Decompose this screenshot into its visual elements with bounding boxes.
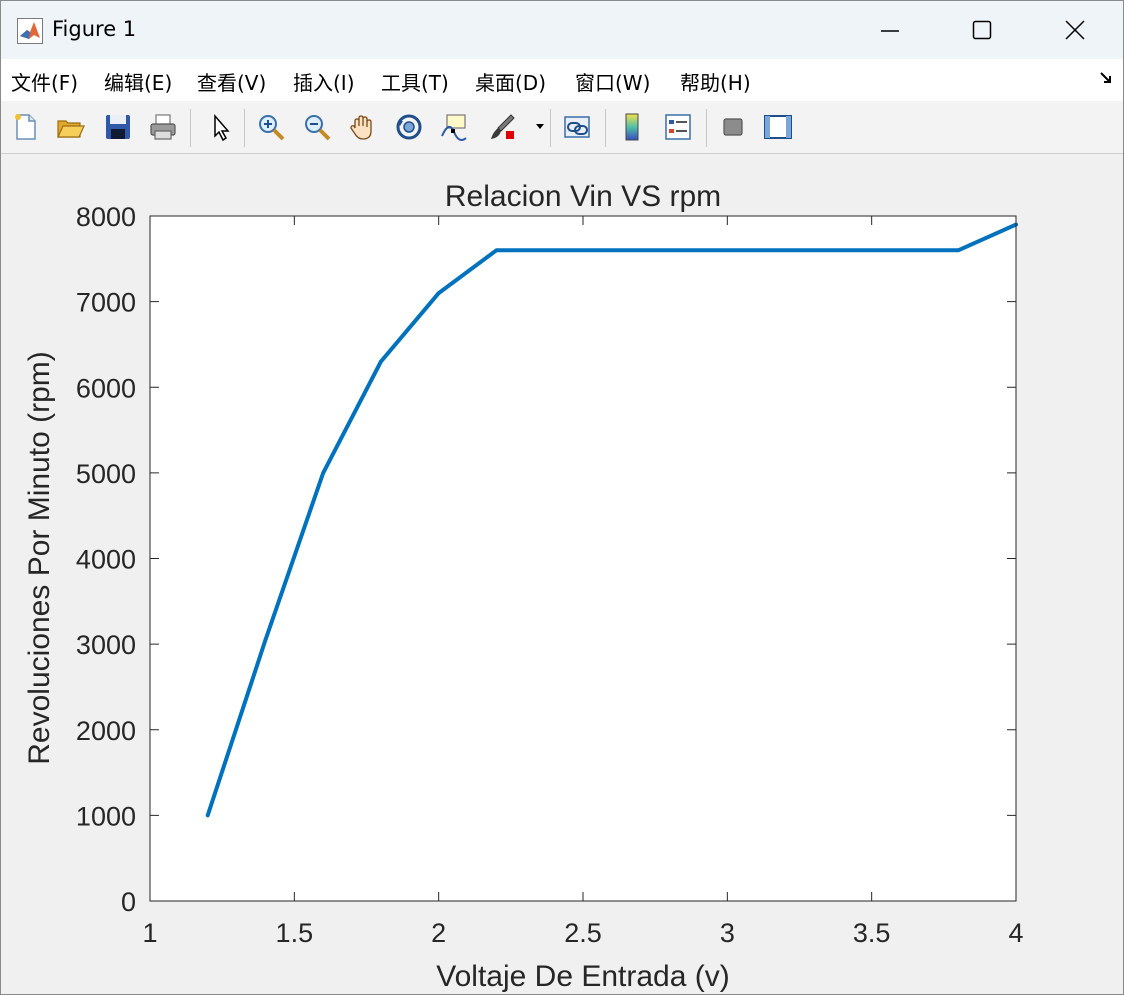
legend-button[interactable] <box>661 110 695 144</box>
brush-icon <box>491 114 515 139</box>
y-tick-label: 0 <box>121 887 136 917</box>
toolbar-separator <box>244 109 245 147</box>
menu-view[interactable]: 查看(V) <box>197 67 266 96</box>
maximize-button[interactable] <box>936 1 1028 59</box>
line-chart[interactable]: 1 1.5 2 2.5 3 3.5 4 0 1000 2000 3000 4000 5000 6000 70… <box>1 154 1123 994</box>
zoom-in-button[interactable] <box>254 110 288 144</box>
open-file-button[interactable] <box>53 110 87 144</box>
edit-plot-button[interactable] <box>203 110 237 144</box>
pointer-arrow-icon <box>214 113 230 142</box>
save-button[interactable] <box>101 110 135 144</box>
colorbar-icon <box>625 113 639 141</box>
new-figure-button[interactable] <box>9 110 43 144</box>
folder-open-icon <box>57 120 85 138</box>
x-tick-label: 1.5 <box>276 918 314 948</box>
colorbar-button[interactable] <box>615 110 649 144</box>
menu-insert[interactable]: 插入(I) <box>293 67 355 96</box>
print-button[interactable] <box>146 110 180 144</box>
floppy-icon <box>106 115 130 139</box>
x-tick-label: 3.5 <box>853 918 891 948</box>
menu-desktop[interactable]: 桌面(D) <box>475 67 546 96</box>
matlab-logo-icon <box>17 18 43 44</box>
y-tick-label: 5000 <box>76 459 136 489</box>
maximize-icon <box>972 20 992 40</box>
minimize-icon <box>881 30 899 32</box>
y-tick-label: 6000 <box>76 373 136 403</box>
close-button[interactable] <box>1029 1 1121 59</box>
y-tick-label: 2000 <box>76 716 136 746</box>
menu-help[interactable]: 帮助(H) <box>680 67 751 96</box>
brush-dropdown-icon[interactable] <box>535 122 545 130</box>
menu-window[interactable]: 窗口(W) <box>575 67 650 96</box>
y-tick-label: 7000 <box>76 288 136 318</box>
pan-button[interactable] <box>346 110 380 144</box>
x-tick-label: 2 <box>431 918 446 948</box>
y-tick-label: 3000 <box>76 630 136 660</box>
rotate-3d-button[interactable] <box>392 110 426 144</box>
menu-tools[interactable]: 工具(T) <box>381 67 449 96</box>
brush-button[interactable] <box>485 110 519 144</box>
zoom-out-button[interactable] <box>300 110 334 144</box>
y-tick-label: 1000 <box>76 801 136 831</box>
hide-plot-tools-button[interactable] <box>716 110 750 144</box>
toolbar-separator <box>190 109 191 147</box>
zoom-in-icon <box>259 115 285 141</box>
hide-tools-icon <box>723 118 743 136</box>
show-plot-tools-button[interactable] <box>761 110 795 144</box>
x-tick-label: 1 <box>142 918 157 948</box>
x-axis-label: Voltaje De Entrada (v) <box>436 960 729 993</box>
toolbar-separator <box>550 109 551 147</box>
y-tick-label: 4000 <box>76 545 136 575</box>
menu-bar: 文件(F) 编辑(E) 查看(V) 插入(I) 工具(T) 桌面(D) 窗口(W… <box>1 59 1123 101</box>
menu-file[interactable]: 文件(F) <box>11 67 78 96</box>
new-file-icon <box>15 114 36 140</box>
title-bar[interactable]: Figure 1 <box>1 1 1123 59</box>
show-tools-icon <box>764 115 792 139</box>
y-tick-label: 8000 <box>76 202 136 232</box>
hand-icon <box>350 115 372 140</box>
y-axis-label: Revoluciones Por Minuto (rpm) <box>23 351 56 764</box>
toolbar-separator <box>706 109 707 147</box>
dock-arrow-icon[interactable] <box>1099 71 1113 85</box>
zoom-out-icon <box>305 115 331 141</box>
x-tick-label: 2.5 <box>564 918 602 948</box>
figure-window: Figure 1 文件(F) 编辑(E) 查看(V) 插入(I) 工具(T) 桌… <box>0 0 1124 995</box>
link-plot-button[interactable] <box>560 110 594 144</box>
x-tick-label: 3 <box>720 918 735 948</box>
chart-title: Relacion Vin VS rpm <box>445 180 721 213</box>
link-plot-icon <box>564 116 590 138</box>
minimize-button[interactable] <box>844 1 936 59</box>
close-icon <box>1065 20 1085 40</box>
toolbar-separator <box>605 109 606 147</box>
figure-canvas: 1 1.5 2 2.5 3 3.5 4 0 1000 2000 3000 4000 5000 6000 70… <box>1 154 1123 994</box>
data-tip-icon <box>441 114 467 141</box>
printer-icon <box>150 114 176 140</box>
window-title: Figure 1 <box>52 17 137 41</box>
legend-icon <box>665 114 691 140</box>
figure-toolbar <box>1 101 1123 154</box>
axes-background[interactable] <box>150 216 1016 901</box>
rotate-icon <box>396 114 422 140</box>
x-tick-label: 4 <box>1008 918 1023 948</box>
menu-edit[interactable]: 编辑(E) <box>104 67 172 96</box>
data-cursor-button[interactable] <box>437 110 471 144</box>
